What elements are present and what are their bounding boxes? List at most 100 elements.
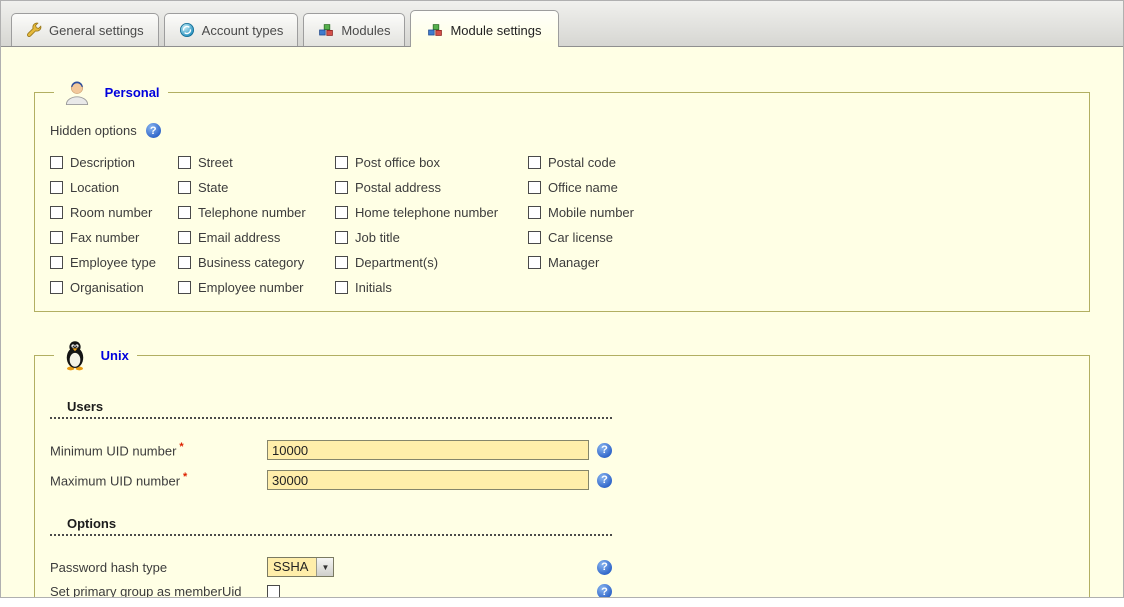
hidden-option-checkbox[interactable] xyxy=(528,156,541,169)
hidden-option-checkbox[interactable] xyxy=(528,231,541,244)
hidden-option-label: Postal code xyxy=(548,155,616,170)
hidden-option-checkbox[interactable] xyxy=(335,206,348,219)
hidden-option-label: Department(s) xyxy=(355,255,438,270)
tab-account-types[interactable]: Account types xyxy=(164,13,299,46)
hidden-option-label: Post office box xyxy=(355,155,440,170)
hidden-options-label: Hidden options xyxy=(50,123,137,138)
hidden-option-checkbox[interactable] xyxy=(178,231,191,244)
hidden-option-item[interactable]: Car license xyxy=(528,230,1074,245)
hidden-option-item[interactable]: Organisation xyxy=(50,280,178,295)
tab-modules[interactable]: Modules xyxy=(303,13,405,46)
hidden-option-item[interactable]: Manager xyxy=(528,255,1074,270)
hidden-option-item[interactable]: Employee type xyxy=(50,255,178,270)
hidden-option-checkbox[interactable] xyxy=(50,206,63,219)
hidden-option-checkbox[interactable] xyxy=(178,156,191,169)
hidden-option-item[interactable]: Room number xyxy=(50,205,178,220)
tab-module-settings[interactable]: Module settings xyxy=(410,10,558,47)
users-section-header: Users xyxy=(50,399,612,419)
hidden-option-item[interactable]: Initials xyxy=(335,280,528,295)
hidden-option-checkbox[interactable] xyxy=(178,206,191,219)
hidden-option-label: Employee number xyxy=(198,280,304,295)
max-uid-label: Maximum UID number* xyxy=(50,471,267,488)
hidden-option-label: Job title xyxy=(355,230,400,245)
hidden-option-item[interactable]: State xyxy=(178,180,335,195)
hidden-option-label: Telephone number xyxy=(198,205,306,220)
personal-legend: Personal xyxy=(54,77,168,107)
hidden-option-checkbox[interactable] xyxy=(178,256,191,269)
hidden-option-item[interactable]: Postal address xyxy=(335,180,528,195)
options-header-label: Options xyxy=(67,516,116,531)
hidden-option-label: Room number xyxy=(70,205,152,220)
hidden-option-checkbox[interactable] xyxy=(50,156,63,169)
hidden-option-label: Initials xyxy=(355,280,392,295)
member-uid-checkbox[interactable] xyxy=(267,585,280,598)
options-section-header: Options xyxy=(50,516,612,536)
hidden-option-label: Organisation xyxy=(70,280,144,295)
hidden-option-checkbox[interactable] xyxy=(528,256,541,269)
hidden-option-label: Location xyxy=(70,180,119,195)
personal-section: Personal Hidden options ? Description St… xyxy=(34,77,1090,312)
unix-section: Unix Users Minimum UID number* ? Maximum… xyxy=(34,340,1090,598)
help-icon[interactable]: ? xyxy=(146,123,161,138)
help-icon[interactable]: ? xyxy=(597,584,612,598)
hidden-option-checkbox[interactable] xyxy=(335,181,348,194)
hidden-option-item[interactable]: Location xyxy=(50,180,178,195)
hidden-option-checkbox[interactable] xyxy=(50,281,63,294)
hidden-option-item[interactable]: Home telephone number xyxy=(335,205,528,220)
tab-label: Modules xyxy=(341,23,390,38)
hidden-option-checkbox[interactable] xyxy=(50,181,63,194)
password-hash-row: Password hash type SSHA ▼ ? xyxy=(50,557,1074,577)
max-uid-input[interactable] xyxy=(267,470,589,490)
person-icon xyxy=(62,77,92,107)
hidden-option-checkbox[interactable] xyxy=(50,231,63,244)
dropdown-arrow-icon: ▼ xyxy=(316,558,333,576)
min-uid-label: Minimum UID number* xyxy=(50,441,267,458)
hidden-option-checkbox[interactable] xyxy=(335,281,348,294)
hidden-option-item[interactable]: Employee number xyxy=(178,280,335,295)
hidden-option-checkbox[interactable] xyxy=(50,256,63,269)
hidden-option-item[interactable]: Department(s) xyxy=(335,255,528,270)
hidden-options-header: Hidden options ? xyxy=(50,123,1074,138)
max-uid-row: Maximum UID number* ? xyxy=(50,470,1074,490)
hidden-option-item[interactable]: Description xyxy=(50,155,178,170)
hidden-option-item[interactable]: Mobile number xyxy=(528,205,1074,220)
hidden-option-checkbox[interactable] xyxy=(528,206,541,219)
hidden-option-item[interactable]: Post office box xyxy=(335,155,528,170)
hidden-option-item[interactable]: Street xyxy=(178,155,335,170)
help-icon[interactable]: ? xyxy=(597,473,612,488)
min-uid-row: Minimum UID number* ? xyxy=(50,440,1074,460)
hidden-option-checkbox[interactable] xyxy=(178,281,191,294)
member-uid-row: Set primary group as memberUid ? xyxy=(50,584,1074,598)
unix-title: Unix xyxy=(101,348,129,363)
hidden-option-item[interactable]: Office name xyxy=(528,180,1074,195)
hidden-option-item[interactable]: Telephone number xyxy=(178,205,335,220)
hidden-option-item[interactable]: Business category xyxy=(178,255,335,270)
hidden-option-label: Fax number xyxy=(70,230,139,245)
required-marker: * xyxy=(183,471,187,483)
member-uid-label: Set primary group as memberUid xyxy=(50,584,267,598)
hidden-option-checkbox[interactable] xyxy=(335,231,348,244)
hidden-option-label: Home telephone number xyxy=(355,205,498,220)
hidden-option-item[interactable]: Postal code xyxy=(528,155,1074,170)
required-marker: * xyxy=(179,441,183,453)
min-uid-input[interactable] xyxy=(267,440,589,460)
help-icon[interactable]: ? xyxy=(597,560,612,575)
hidden-option-label: Employee type xyxy=(70,255,156,270)
password-hash-select[interactable]: SSHA ▼ xyxy=(267,557,334,577)
wrench-icon xyxy=(26,22,42,38)
hidden-option-label: State xyxy=(198,180,228,195)
hidden-option-item[interactable]: Fax number xyxy=(50,230,178,245)
help-icon[interactable]: ? xyxy=(597,443,612,458)
tab-bar: General settings Account types xyxy=(1,1,1123,47)
hidden-option-checkbox[interactable] xyxy=(335,156,348,169)
tab-label: General settings xyxy=(49,23,144,38)
hidden-option-label: Description xyxy=(70,155,135,170)
hidden-option-checkbox[interactable] xyxy=(528,181,541,194)
hidden-option-item[interactable]: Job title xyxy=(335,230,528,245)
hidden-option-item[interactable]: Email address xyxy=(178,230,335,245)
hidden-option-checkbox[interactable] xyxy=(178,181,191,194)
hidden-option-checkbox[interactable] xyxy=(335,256,348,269)
hidden-option-label: Street xyxy=(198,155,233,170)
module-settings-icon xyxy=(427,22,443,38)
tab-general-settings[interactable]: General settings xyxy=(11,13,159,46)
